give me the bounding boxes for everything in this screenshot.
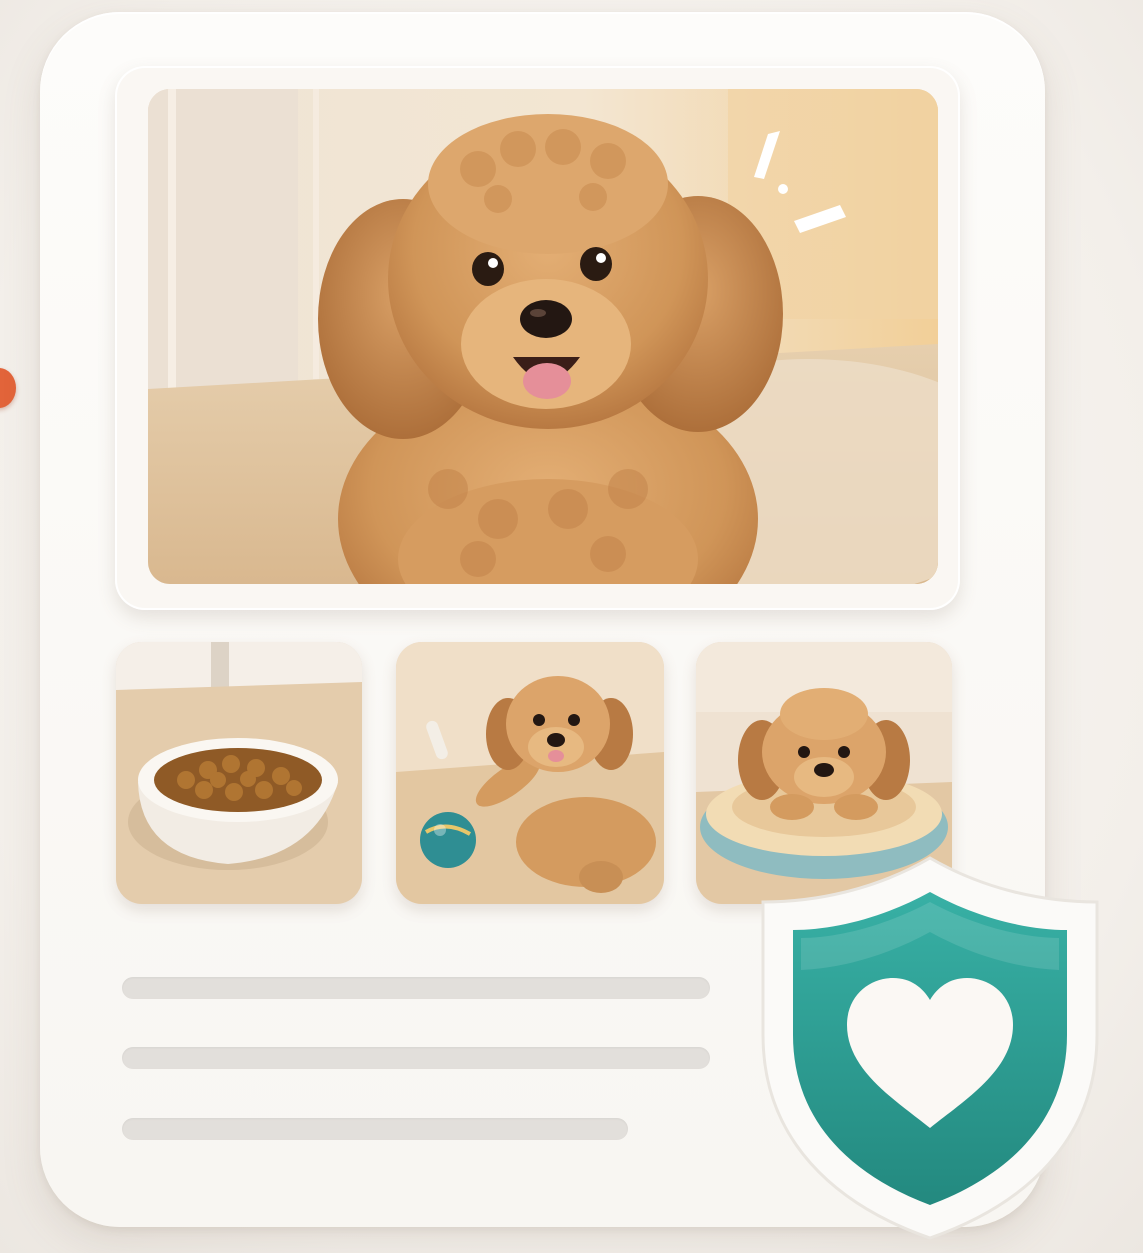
orange-accent-shape xyxy=(0,368,16,408)
text-placeholder-line xyxy=(122,1118,628,1140)
text-placeholder-line xyxy=(122,977,710,999)
text-placeholder-line xyxy=(122,1047,710,1069)
hero-puppy-photo[interactable] xyxy=(148,89,938,584)
shield-heart-icon xyxy=(745,850,1115,1245)
thumbnail-food-bowl[interactable] xyxy=(116,642,362,904)
thumbnail-puppy-playing[interactable] xyxy=(396,642,664,904)
illustration-canvas xyxy=(0,0,1143,1253)
